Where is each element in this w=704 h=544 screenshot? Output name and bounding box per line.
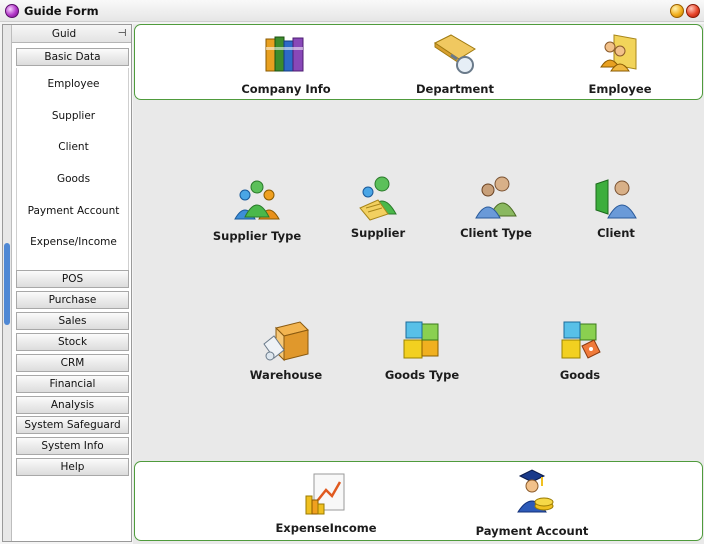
nav-section-system-safeguard[interactable]: System Safeguard [16,416,129,434]
tile-payment-account[interactable]: Payment Account [467,468,597,542]
tile-company-info[interactable]: Company Info [221,29,351,99]
pin-icon[interactable]: ⊣ [116,28,128,39]
supplier-icon [359,176,397,221]
user-group-icon [234,180,280,220]
nav-header: Guid ⊣ [12,25,131,43]
title-bar: Guide Form [0,0,704,22]
warehouse-box-icon [263,321,309,362]
nav-section-sales[interactable]: Sales [16,312,129,330]
tile-goods[interactable]: Goods [515,316,645,384]
tile-payment-account-label: Payment Account [475,524,589,538]
nav-section-pos[interactable]: POS [16,270,129,288]
employees-folder-icon [600,34,637,72]
top-group-box: Company Info Department Employee [134,24,703,100]
nav-section-crm[interactable]: CRM [16,354,129,372]
tile-client-label: Client [597,226,635,240]
tile-warehouse[interactable]: Warehouse [221,316,351,384]
payment-account-icon [517,469,554,513]
tile-employee-label: Employee [588,82,652,96]
nav-section-analysis[interactable]: Analysis [16,396,129,414]
main-area: Company Info Department Employee Supplie… [133,24,704,544]
nav-item-goods[interactable]: Goods [17,173,130,185]
tile-department[interactable]: Department [390,29,520,99]
tile-supplier-label: Supplier [350,226,406,240]
basic-data-list: Employee Supplier Client Goods Payment A… [16,68,129,270]
tile-goods-type[interactable]: Goods Type [357,316,487,384]
tile-warehouse-label: Warehouse [249,368,323,382]
nav-item-client[interactable]: Client [17,141,130,153]
nav-section-financial[interactable]: Financial [16,375,129,393]
close-button[interactable] [686,4,700,18]
goods-icon [561,321,601,359]
books-icon [265,36,304,72]
nav-item-supplier[interactable]: Supplier [17,110,130,122]
nav-header-title: Guid [51,28,77,40]
client-icon [595,179,637,219]
splitter[interactable] [3,25,12,541]
tile-goods-type-label: Goods Type [384,368,460,382]
tile-goods-label: Goods [559,368,601,382]
goods-cubes-icon [403,321,439,359]
minimize-button[interactable] [670,4,684,18]
tile-expense-income[interactable]: ExpenseIncome [261,470,391,540]
nav-item-employee[interactable]: Employee [17,78,130,90]
nav-section-stock[interactable]: Stock [16,333,129,351]
nav-item-expense-income[interactable]: Expense/Income [17,236,130,248]
tile-client-type-label: Client Type [460,226,532,240]
tile-supplier-type-label: Supplier Type [212,229,302,243]
app-icon [5,4,19,18]
tile-expense-income-label: ExpenseIncome [275,521,377,535]
nav-section-purchase[interactable]: Purchase [16,291,129,309]
tile-client[interactable]: Client [551,174,681,242]
splitter-handle[interactable] [4,243,10,325]
expense-chart-icon [305,473,345,515]
bottom-group-box: ExpenseIncome Payment Account [134,461,703,541]
tile-employee[interactable]: Employee [555,29,685,99]
tile-client-type[interactable]: Client Type [431,174,561,242]
folder-magnifier-icon [434,34,476,74]
nav-item-payment-account[interactable]: Payment Account [17,205,130,217]
tile-department-label: Department [416,82,494,96]
nav-panel: Guid ⊣ Basic Data Employee Supplier Clie… [2,24,132,542]
tile-supplier[interactable]: Supplier [313,174,443,242]
nav-section-basic-data[interactable]: Basic Data [16,48,129,66]
tile-supplier-type[interactable]: Supplier Type [192,177,322,245]
tile-company-info-label: Company Info [241,82,331,96]
window-title: Guide Form [24,4,99,18]
nav-section-system-info[interactable]: System Info [16,437,129,455]
client-group-icon [475,176,517,219]
nav-section-help[interactable]: Help [16,458,129,476]
